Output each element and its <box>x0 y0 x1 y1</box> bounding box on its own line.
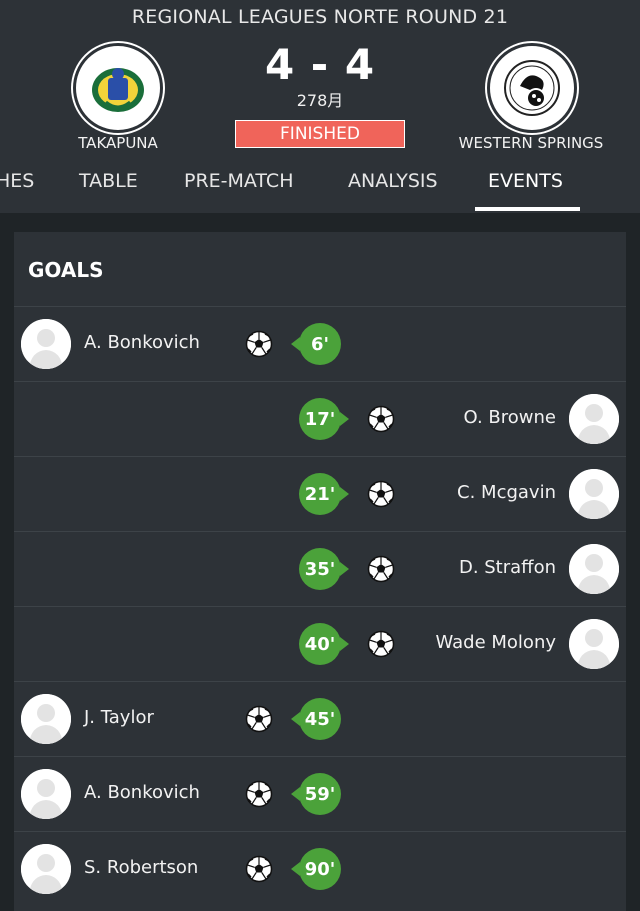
soccer-ball-icon <box>367 480 395 508</box>
goal-minute-badge: 6' <box>291 323 341 365</box>
soccer-ball-icon <box>367 405 395 433</box>
match-status-badge: FINISHED <box>235 120 405 148</box>
player-avatar[interactable] <box>21 694 71 744</box>
player-avatar[interactable] <box>569 394 619 444</box>
goal-scorer-name[interactable]: J. Taylor <box>84 707 154 728</box>
goal-scorer-name[interactable]: S. Robertson <box>84 857 198 878</box>
player-avatar[interactable] <box>21 319 71 369</box>
soccer-ball-icon <box>367 630 395 658</box>
tab-pre-match[interactable]: PRE-MATCH <box>184 170 293 192</box>
soccer-ball-icon <box>245 780 273 808</box>
goal-scorer-name[interactable]: A. Bonkovich <box>84 332 200 353</box>
tab-analysis[interactable]: ANALYSIS <box>348 170 438 192</box>
goal-scorer-name[interactable]: C. Mcgavin <box>457 482 556 503</box>
goal-minute-badge: 45' <box>291 698 341 740</box>
goal-scorer-name[interactable]: D. Straffon <box>459 557 556 578</box>
goal-scorer-name[interactable]: A. Bonkovich <box>84 782 200 803</box>
goal-minute-badge: 59' <box>291 773 341 815</box>
match-header: REGIONAL LEAGUES NORTE ROUND 21 TAKAPUNA… <box>0 0 640 213</box>
soccer-ball-icon <box>367 555 395 583</box>
away-team-name: WESTERN SPRINGS <box>458 134 604 152</box>
league-title: REGIONAL LEAGUES NORTE ROUND 21 <box>131 6 509 28</box>
goal-minute-badge: 90' <box>291 848 341 890</box>
active-tab-indicator <box>475 207 580 211</box>
soccer-ball-icon <box>245 705 273 733</box>
soccer-ball-icon <box>245 330 273 358</box>
goal-minute-badge: 21' <box>299 473 349 515</box>
goal-minute-badge: 40' <box>299 623 349 665</box>
goal-minute-badge: 17' <box>299 398 349 440</box>
match-score: 4 - 4 <box>264 40 376 89</box>
player-avatar[interactable] <box>21 844 71 894</box>
away-team-logo[interactable] <box>487 43 577 133</box>
player-avatar[interactable] <box>21 769 71 819</box>
western-springs-crest-icon <box>504 60 560 116</box>
tab-matches[interactable]: HES <box>0 170 34 192</box>
takapuna-crest-icon <box>92 68 144 112</box>
home-team-logo[interactable] <box>73 43 163 133</box>
tab-table[interactable]: TABLE <box>79 170 138 192</box>
home-team-name: TAKAPUNA <box>78 134 158 152</box>
tab-events[interactable]: EVENTS <box>488 170 563 192</box>
goals-section-title: GOALS <box>28 258 104 282</box>
goal-minute-badge: 35' <box>299 548 349 590</box>
player-avatar[interactable] <box>569 469 619 519</box>
player-avatar[interactable] <box>569 544 619 594</box>
soccer-ball-icon <box>245 855 273 883</box>
match-date: 278月 <box>296 91 344 110</box>
goal-scorer-name[interactable]: O. Browne <box>464 407 556 428</box>
goal-scorer-name[interactable]: Wade Molony <box>435 632 556 653</box>
player-avatar[interactable] <box>569 619 619 669</box>
